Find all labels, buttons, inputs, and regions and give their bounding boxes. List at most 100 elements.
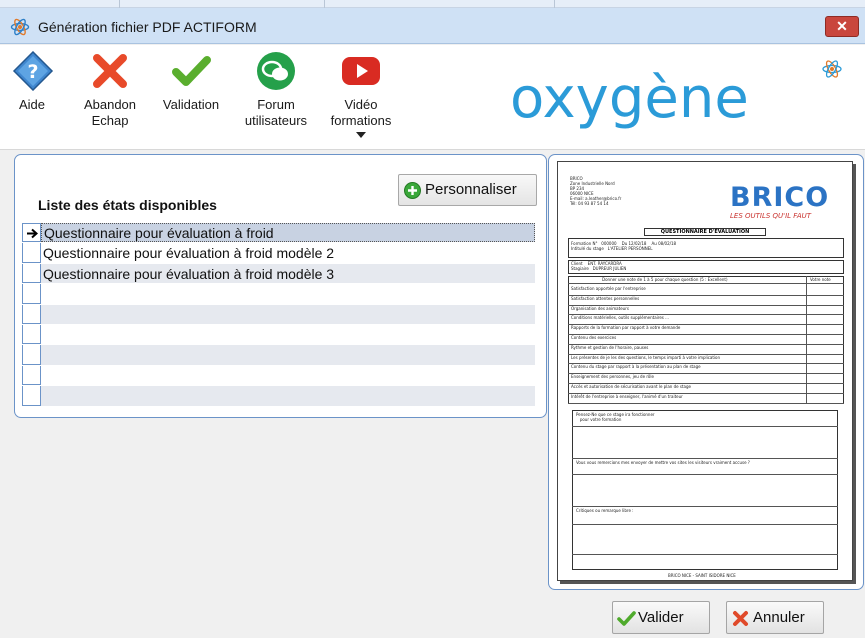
pdf-preview-panel: BRICO Zone Industrielle Nord BP 234 0600… [548,154,864,590]
list-title: Liste des états disponibles [38,197,217,213]
report-name[interactable]: Questionnaire pour évaluation à froid mo… [41,263,535,284]
empty-row[interactable] [22,304,535,325]
criteria-row-label: Satisfaction attentes personnelles [571,295,640,301]
row-indicator[interactable] [22,386,41,406]
validation-check-icon [172,56,211,86]
abandon-button[interactable]: Abandon Echap [80,51,140,129]
criteria-row-label: Satisfaction apportée par l'entreprise [571,286,646,291]
chevron-down-icon[interactable] [356,132,366,138]
svg-text:?: ? [27,61,38,83]
help-icon: ? [12,51,54,91]
abort-x-icon [93,54,127,88]
empty-row[interactable] [22,365,535,387]
row-indicator[interactable] [22,223,41,243]
criteria-row-label: Rythme et gestion de l'horaire, pauses [571,344,649,350]
table-rule [568,283,844,284]
criteria-row-rule [568,402,844,404]
report-name[interactable]: Questionnaire pour évaluation à froid [41,223,535,243]
window-titlebar: Génération fichier PDF ACTIFORM ✕ [0,8,865,44]
comment-question-1: Pensez-Ne que ce stage ira fonctionner p… [576,412,655,422]
background-tab [120,0,325,8]
current-row-arrow-icon [27,228,39,239]
comments-box [572,410,838,570]
criteria-row-label: Rapports de la formation par rapport à v… [571,325,681,331]
row-indicator[interactable] [22,304,41,324]
cancel-x-icon [733,611,748,626]
page-footer: BRICO NICE - SAINT ISIDORE NICE [668,573,736,578]
comment-rule [572,458,838,459]
empty-cell[interactable] [41,324,535,345]
empty-cell[interactable] [41,284,535,304]
list-item[interactable]: Questionnaire pour évaluation à froid mo… [22,263,535,285]
list-item[interactable]: Questionnaire pour évaluation à froid [22,223,535,244]
validation-label: Validation [162,97,220,112]
company-address: BRICO Zone Industrielle Nord BP 234 0600… [570,176,622,206]
video-play-icon [342,57,380,85]
brico-tagline: LES OUTILS QU'IL FAUT [730,212,812,220]
criteria-row-label: Les présentes de je les des questions, l… [571,354,721,360]
criteria-row-label: Accès et autorisation de sécurisation av… [571,384,691,389]
comment-question-2: Vous vous remercions mes envoyer de mett… [576,460,750,465]
window-title: Génération fichier PDF ACTIFORM [38,19,257,35]
row-indicator[interactable] [22,324,41,345]
comment-rule [572,554,838,555]
empty-cell[interactable] [41,365,535,386]
video-label-line2: formations [330,113,392,128]
row-indicator[interactable] [22,243,41,263]
help-label: Aide [18,97,46,112]
forum-button[interactable]: Forum utilisateurs [240,51,312,129]
criteria-header: Donner une note de 1 à 5 pour chaque que… [602,277,728,282]
valider-label: Valider [638,609,684,626]
report-grid[interactable]: Questionnaire pour évaluation à froid Qu… [22,223,535,407]
background-tab [0,0,120,8]
forum-label-line2: utilisateurs [244,113,308,128]
logo-text: oxygène [510,66,749,131]
questionnaire-title: QUESTIONNAIRE D'ÉVALUATION [644,228,766,236]
empty-row[interactable] [22,324,535,346]
annuler-button[interactable]: Annuler [726,601,824,634]
row-indicator[interactable] [22,345,41,365]
background-tab [325,0,555,8]
oxygene-logo: oxygène [510,60,842,131]
report-list-panel: Liste des états disponibles Personnalise… [14,154,547,418]
empty-row[interactable] [22,345,535,366]
comment-rule [572,506,838,507]
training-info-text: Formation N° 000000 Du 12/02/18 Au 08/02… [571,241,677,251]
comment-rule [572,474,838,475]
check-icon [617,611,636,626]
forum-chat-icon [257,52,295,90]
empty-row[interactable] [22,284,535,305]
comment-rule [572,426,838,427]
background-tab-strip [0,0,865,8]
personnaliser-label: Personnaliser [425,181,517,198]
toolbar: ? Aide Abandon Echap Validation Forum ut… [0,45,865,150]
row-indicator[interactable] [22,263,41,284]
validation-button[interactable]: Validation [158,51,224,113]
video-formations-button[interactable]: Vidéo formations [328,51,394,138]
personnaliser-button[interactable]: Personnaliser [398,174,537,206]
criteria-row-label: Conditions matérielles, outils supplémen… [571,315,669,321]
criteria-row-label: Organisation des animateurs [571,305,629,311]
row-indicator[interactable] [22,284,41,304]
empty-row[interactable] [22,386,535,407]
client-info-text: Client ENT. RAYCARDRA Stagiaire DUPREUR … [571,261,627,271]
criteria-row-label: Enseignement des personnes, jeu de rôle [571,374,654,380]
atom-app-icon [10,18,30,36]
brico-logo: BRICO [730,182,830,213]
annuler-label: Annuler [753,609,805,626]
help-button[interactable]: ? Aide [12,51,54,113]
valider-button[interactable]: Valider [612,601,710,634]
pdf-preview-page: BRICO Zone Industrielle Nord BP 234 0600… [557,161,853,581]
close-window-button[interactable]: ✕ [825,16,859,37]
report-name[interactable]: Questionnaire pour évaluation à froid mo… [41,243,535,263]
list-item[interactable]: Questionnaire pour évaluation à froid mo… [22,243,535,264]
empty-cell[interactable] [41,386,535,406]
comment-rule [572,524,838,525]
row-indicator[interactable] [22,365,41,386]
forum-label: Forum [257,97,295,112]
empty-cell[interactable] [41,304,535,324]
video-label: Vidéo [344,97,378,112]
empty-cell[interactable] [41,345,535,365]
abandon-label: Abandon [83,97,137,112]
add-plus-icon [404,182,421,199]
